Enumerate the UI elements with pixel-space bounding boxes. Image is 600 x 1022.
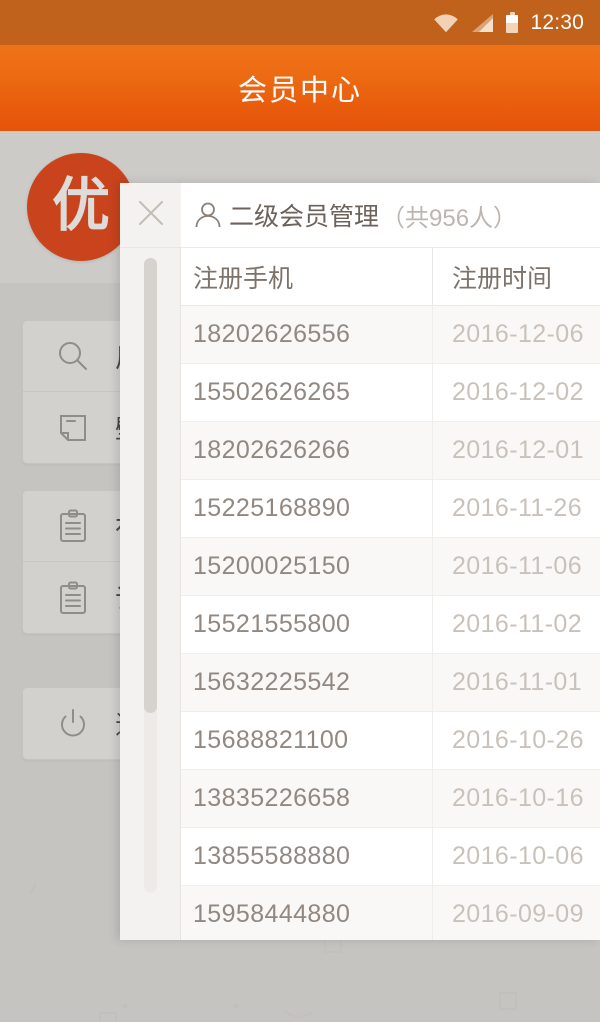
- close-icon: [136, 198, 166, 233]
- table-row[interactable]: 15632225542 2016-11-01: [181, 653, 600, 712]
- signal-icon: [471, 13, 494, 33]
- cell-date: 2016-12-06: [432, 305, 600, 364]
- dialog-main: 二级会员管理 （共956人） 注册手机 注册时间 18202626556 2016…: [181, 183, 600, 940]
- cell-date: 2016-11-06: [432, 537, 600, 596]
- table-row[interactable]: 18202626266 2016-12-01: [181, 421, 600, 480]
- wallpaper-icon: [53, 408, 93, 448]
- clipboard-icon: [53, 578, 93, 618]
- table-row[interactable]: 13835226658 2016-10-16: [181, 769, 600, 828]
- cell-date: 2016-12-02: [432, 363, 600, 422]
- cell-phone: 15688821100: [193, 726, 349, 754]
- table-body: 18202626556 2016-12-06 15502626265 2016-12-…: [181, 305, 600, 940]
- battery-icon: [506, 12, 519, 33]
- clipboard-icon: [53, 506, 93, 546]
- scrollbar-track[interactable]: [144, 258, 157, 893]
- cell-phone: 15521555800: [193, 610, 351, 638]
- member-count-text: （共956人）: [381, 204, 518, 232]
- scrollbar-thumb[interactable]: [144, 258, 157, 713]
- second-level-members-dialog: 二级会员管理 （共956人） 注册手机 注册时间 18202626556 2016…: [120, 183, 600, 940]
- cell-phone: 15502626265: [193, 378, 351, 406]
- user-icon: [193, 200, 223, 230]
- avatar[interactable]: 优: [27, 153, 135, 261]
- cell-date: 2016-12-01: [432, 421, 600, 480]
- cell-date: 2016-11-01: [432, 653, 600, 712]
- power-icon: [53, 704, 93, 744]
- status-bar: 12:30: [0, 0, 600, 45]
- cell-phone: 18202626556: [193, 320, 351, 348]
- cell-phone: 13835226658: [193, 784, 351, 812]
- table-row[interactable]: 15958444880 2016-09-09: [181, 885, 600, 940]
- table-row[interactable]: 13855588880 2016-10-06: [181, 827, 600, 886]
- page-title: 会员中心: [237, 75, 362, 107]
- table-header: 注册手机 注册时间: [181, 247, 600, 306]
- cell-phone: 15225168890: [193, 494, 351, 522]
- cell-date: 2016-10-26: [432, 711, 600, 770]
- cell-phone: 15958444880: [193, 900, 351, 928]
- table-row[interactable]: 15688821100 2016-10-26: [181, 711, 600, 770]
- column-header-date: 注册时间: [432, 247, 600, 306]
- cell-phone: 13855588880: [193, 842, 351, 870]
- cell-phone: 15632225542: [193, 668, 351, 696]
- column-header-phone: 注册手机: [193, 264, 294, 293]
- cell-date: 2016-10-16: [432, 769, 600, 828]
- close-button[interactable]: [120, 183, 181, 248]
- dialog-header: 二级会员管理 （共956人）: [181, 183, 600, 248]
- cell-date: 2016-11-02: [432, 595, 600, 654]
- cell-phone: 18202626266: [193, 436, 351, 464]
- app-bar: 会员中心: [0, 45, 600, 131]
- cell-date: 2016-09-09: [432, 885, 600, 940]
- wifi-icon: [433, 13, 459, 33]
- avatar-label: 优: [51, 172, 110, 238]
- search-icon: [53, 336, 93, 376]
- table-row[interactable]: 15521555800 2016-11-02: [181, 595, 600, 654]
- cell-date: 2016-10-06: [432, 827, 600, 886]
- table-row[interactable]: 15502626265 2016-12-02: [181, 363, 600, 422]
- status-clock: 12:30: [530, 11, 584, 34]
- cell-date: 2016-11-26: [432, 479, 600, 538]
- table-row[interactable]: 15225168890 2016-11-26: [181, 479, 600, 538]
- dialog-title: 二级会员管理: [229, 203, 380, 231]
- table-row[interactable]: 18202626556 2016-12-06: [181, 305, 600, 364]
- table-row[interactable]: 15200025150 2016-11-06: [181, 537, 600, 596]
- dialog-sidebar: [120, 183, 181, 940]
- cell-phone: 15200025150: [193, 552, 351, 580]
